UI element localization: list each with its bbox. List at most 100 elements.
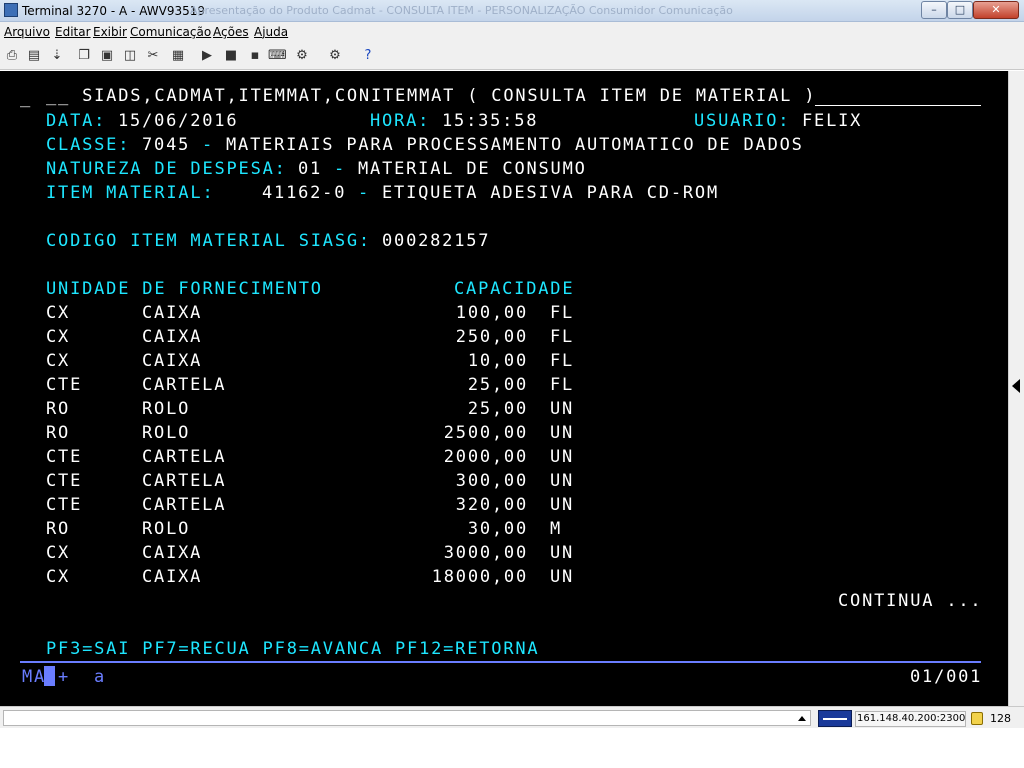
page-indicator: 01/001 — [910, 667, 983, 687]
classe-desc: MATERIAIS PARA PROCESSAMENTO AUTOMATICO … — [226, 135, 804, 155]
menu-ajuda[interactable]: Ajuda — [254, 25, 288, 39]
item-code: 41162-0 — [262, 183, 347, 203]
usuario-label: USUARIO: — [694, 111, 791, 131]
row-unidade: UN — [550, 399, 575, 419]
row-unidade: UN — [550, 543, 575, 563]
settings-icon[interactable]: ⚙ — [293, 47, 311, 65]
keypad-icon[interactable]: ⌨ — [268, 47, 287, 65]
terminal-app-icon — [4, 3, 18, 17]
row-sigla: CX — [46, 303, 71, 323]
cut-icon[interactable]: ✂ — [144, 47, 162, 65]
pf-keys-legend: PF3=SAI PF7=RECUA PF8=AVANCA PF12=RETORN… — [46, 639, 540, 659]
oia-separator — [20, 661, 981, 663]
row-sigla: CX — [46, 567, 71, 587]
row-unidade: FL — [550, 351, 575, 371]
row-capacidade: 2500,00 — [443, 423, 528, 443]
copy-append-icon[interactable]: ◫ — [121, 47, 139, 65]
toolbar: ⎙ ▤ ⇣ ❐ ▣ ◫ ✂ ▦ ▶ ■ ▪ ⌨ ⚙ ⚙ ? — [0, 42, 1024, 70]
row-sigla: RO — [46, 519, 71, 539]
row-capacidade: 100,00 — [455, 303, 528, 323]
row-capacidade: 25,00 — [467, 375, 528, 395]
menu-exibir[interactable]: Exibir — [93, 25, 127, 39]
row-sigla: RO — [46, 423, 71, 443]
input-cursor-mark[interactable]: _ — [20, 88, 32, 108]
col-unidade-header: UNIDADE DE FORNECIMENTO — [46, 279, 323, 299]
row-nome: CARTELA — [142, 375, 227, 395]
row-capacidade: 300,00 — [455, 471, 528, 491]
status-bar: 161.148.40.200:23000 128 — [0, 706, 1024, 728]
item-label: ITEM MATERIAL: — [46, 183, 215, 203]
row-capacidade: 10,00 — [467, 351, 528, 371]
continua-indicator: CONTINUA ... — [838, 591, 983, 611]
row-unidade: FL — [550, 375, 575, 395]
receive-icon[interactable]: ⇣ — [48, 47, 66, 65]
natureza-label: NATUREZA DE DESPESA: — [46, 159, 287, 179]
close-button[interactable]: ✕ — [973, 1, 1019, 19]
menu-arquivo[interactable]: Arquivo — [4, 25, 50, 39]
minimize-button[interactable]: – — [921, 1, 947, 19]
terminal-screen[interactable]: _ __ SIADS,CADMAT,ITEMMAT,CONITEMMAT ( C… — [0, 71, 1008, 706]
desktop-area — [0, 728, 1024, 768]
row-unidade: UN — [550, 471, 575, 491]
grid-icon[interactable]: ▦ — [169, 47, 187, 65]
row-sigla: CX — [46, 327, 71, 347]
siasg-value: 000282157 — [382, 231, 491, 251]
macro-play-icon[interactable]: ▪ — [246, 47, 264, 65]
row-nome: ROLO — [142, 423, 191, 443]
copy-icon[interactable]: ❐ — [75, 47, 93, 65]
natureza-desc: MATERIAL DE CONSUMO — [358, 159, 587, 179]
macro-stop-icon[interactable]: ■ — [222, 47, 240, 65]
encryption-bits: 128 — [990, 712, 1011, 725]
natureza-dash: - — [334, 159, 347, 179]
lock-icon — [971, 712, 983, 725]
row-nome: CAIXA — [142, 543, 203, 563]
title-bar: Terminal 3270 - A - AWV93519 Apresentaçã… — [0, 0, 1024, 22]
macro-record-icon[interactable]: ▶ — [198, 47, 216, 65]
row-nome: CARTELA — [142, 495, 227, 515]
row-capacidade: 2000,00 — [443, 447, 528, 467]
data-value: 15/06/2016 — [118, 111, 239, 131]
collapse-arrow-icon[interactable] — [1012, 379, 1020, 393]
row-sigla: RO — [46, 399, 71, 419]
row-nome: CAIXA — [142, 303, 203, 323]
settings-icon-2[interactable]: ⚙ — [326, 47, 344, 65]
item-dash: - — [358, 183, 371, 203]
print-icon[interactable]: ⎙ — [3, 47, 21, 65]
row-sigla: CX — [46, 543, 71, 563]
menu-comunicacao[interactable]: Comunicação — [130, 25, 211, 39]
natureza-code: 01 — [298, 159, 323, 179]
hora-value: 15:35:58 — [442, 111, 539, 131]
classe-dash: - — [202, 135, 215, 155]
header-underline — [815, 105, 981, 106]
row-unidade: FL — [550, 327, 575, 347]
oia-plus: + — [58, 667, 71, 687]
row-nome: CARTELA — [142, 447, 227, 467]
row-capacidade: 25,00 — [467, 399, 528, 419]
help-icon[interactable]: ? — [359, 47, 377, 65]
hora-label: HORA: — [370, 111, 431, 131]
menu-acoes[interactable]: Ações — [213, 25, 249, 39]
classe-label: CLASSE: — [46, 135, 131, 155]
row-unidade: UN — [550, 567, 575, 587]
maximize-button[interactable]: □ — [947, 1, 973, 19]
side-panel-toggle[interactable] — [1008, 71, 1024, 706]
classe-code: 7045 — [142, 135, 191, 155]
siasg-label: CODIGO ITEM MATERIAL SIASG: — [46, 231, 371, 251]
row-sigla: CTE — [46, 471, 83, 491]
row-unidade: UN — [550, 495, 575, 515]
row-unidade: FL — [550, 303, 575, 323]
paste-icon[interactable]: ▣ — [98, 47, 116, 65]
screen-header: __ SIADS,CADMAT,ITEMMAT,CONITEMMAT ( CON… — [46, 86, 817, 106]
row-capacidade: 250,00 — [455, 327, 528, 347]
row-sigla: CTE — [46, 447, 83, 467]
row-nome: CAIXA — [142, 351, 203, 371]
data-label: DATA: — [46, 111, 107, 131]
row-capacidade: 30,00 — [467, 519, 528, 539]
row-nome: CAIXA — [142, 327, 203, 347]
row-capacidade: 3000,00 — [443, 543, 528, 563]
print-screen-icon[interactable]: ▤ — [25, 47, 43, 65]
row-unidade: UN — [550, 447, 575, 467]
row-capacidade: 18000,00 — [431, 567, 528, 587]
menu-editar[interactable]: Editar — [55, 25, 91, 39]
scroll-up-icon[interactable] — [798, 716, 806, 721]
